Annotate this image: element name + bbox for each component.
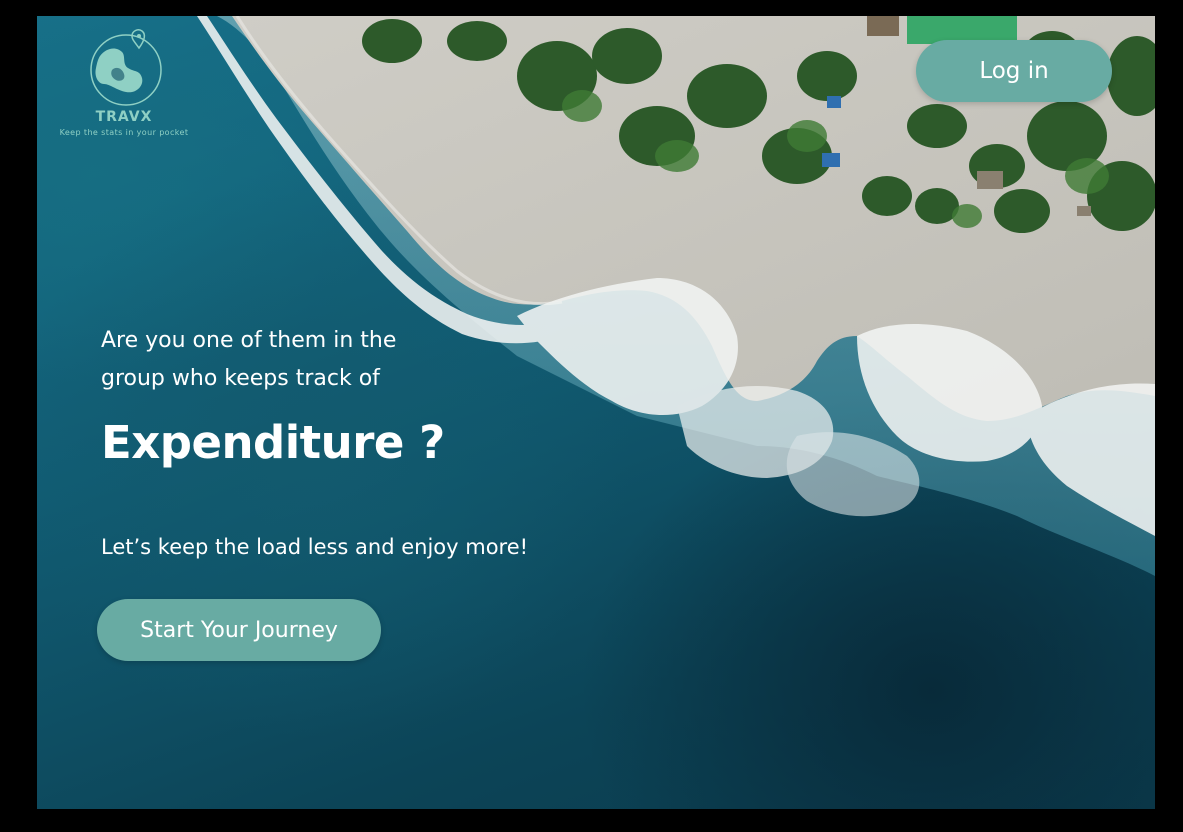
brand-tagline: Keep the stats in your pocket [59,128,189,137]
brand-name: TRAVX [95,109,153,125]
hero-intro: Are you one of them in the group who kee… [101,322,461,398]
hero-frame: TRAVX Keep the stats in your pocket Log … [37,16,1155,809]
globe-map-pin-icon [90,29,162,106]
start-journey-button[interactable]: Start Your Journey [97,599,381,661]
hero-intro-line-1: Are you one of them in the [101,328,397,353]
hero-subtitle: Let’s keep the load less and enjoy more! [101,535,529,559]
hero-intro-line-2: group who keeps track of [101,366,380,391]
brand-logo[interactable]: TRAVX Keep the stats in your pocket [49,26,199,137]
login-button[interactable]: Log in [916,40,1112,102]
hero-title: Expenditure ? [101,416,445,469]
aerial-beach-photo [187,16,1155,576]
